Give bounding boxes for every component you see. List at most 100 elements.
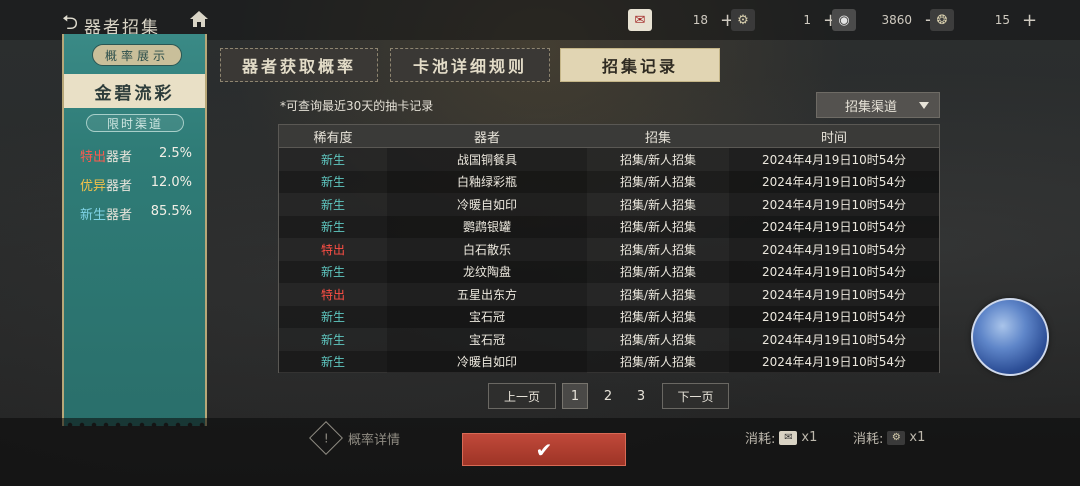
- cell-time: 2024年4月19日10时54分: [729, 193, 939, 216]
- rate-label: 新生器者: [80, 204, 132, 223]
- banner-panel: 概率展示 金碧流彩 限时渠道 特出器者 2.5% 优异器者 12.0% 新生器者…: [62, 34, 207, 428]
- rarity-suffix: 器者: [106, 150, 133, 165]
- resource-value: 18: [692, 13, 708, 27]
- rate-label: 优异器者: [80, 175, 132, 194]
- page-3-button[interactable]: 3: [628, 383, 654, 409]
- cell-channel: 招集/新人招集: [619, 310, 697, 325]
- cell-rarity: 新生: [320, 152, 345, 167]
- cell-item: 冷暖自如印: [387, 193, 587, 216]
- rate-label: 特出器者: [80, 146, 132, 165]
- cell-time: 2024年4月19日10时54分: [729, 260, 939, 283]
- tab-acquire-rate[interactable]: 器者获取概率: [220, 48, 378, 82]
- cell-channel: 招集/新人招集: [619, 220, 697, 235]
- resource-coin: ◉ 3860 +: [832, 8, 939, 32]
- cell-rarity: 新生: [320, 265, 345, 280]
- rate-percent: 85.5%: [150, 204, 192, 219]
- token-icon: ⚙: [887, 430, 906, 445]
- cost-single: 消耗: ✉ x1: [745, 428, 817, 447]
- cell-item: 宝石冠: [387, 328, 587, 351]
- cell-time: 2024年4月19日10时54分: [729, 328, 939, 351]
- cell-time: 2024年4月19日10时54分: [729, 170, 939, 193]
- resource-ticket: ✉ 18 +: [628, 8, 735, 32]
- cell-item: 战国铜餐具: [387, 148, 587, 171]
- table-row: 新生 冷暖自如印 招集/新人招集 2024年4月19日10时54分: [279, 193, 939, 216]
- cell-item: 鹦鹉银罐: [387, 215, 587, 238]
- resource-value: 3860: [881, 13, 912, 27]
- resource-value: 15: [994, 13, 1010, 27]
- cell-time: 2024年4月19日10时54分: [729, 148, 939, 171]
- page-2-button[interactable]: 2: [595, 383, 621, 409]
- dropdown-triangle-icon: [919, 102, 929, 109]
- cell-item: 五星出东方: [387, 283, 587, 306]
- cell-rarity: 新生: [320, 175, 345, 190]
- rarity-label: 新生: [80, 208, 107, 223]
- prev-page-button[interactable]: 上一页: [488, 383, 556, 409]
- rate-row-special: 特出器者 2.5%: [80, 146, 192, 165]
- table-row: 新生 宝石冠 招集/新人招集 2024年4月19日10时54分: [279, 305, 939, 328]
- rate-detail-label: 概率详情: [348, 432, 401, 448]
- table-row: 新生 战国铜餐具 招集/新人招集 2024年4月19日10时54分: [279, 148, 939, 171]
- table-row: 新生 鹦鹉银罐 招集/新人招集 2024年4月19日10时54分: [279, 215, 939, 238]
- cell-rarity: 新生: [320, 355, 345, 370]
- page-1-button[interactable]: 1: [562, 383, 588, 409]
- rate-row-excellent: 优异器者 12.0%: [80, 175, 192, 194]
- resource-value: 1: [803, 13, 811, 27]
- table-row: 新生 龙纹陶盘 招集/新人招集 2024年4月19日10时54分: [279, 260, 939, 283]
- rarity-label: 特出: [80, 150, 107, 165]
- character-avatar[interactable]: [971, 298, 1049, 376]
- ticket-icon: ✉: [628, 9, 652, 31]
- rarity-label: 优异: [80, 179, 107, 194]
- cost-multi: 消耗: ⚙ x1: [853, 428, 925, 447]
- cell-time: 2024年4月19日10时54分: [729, 238, 939, 261]
- info-diamond-icon: !: [309, 421, 343, 455]
- resource-token: ⚙ 1 +: [731, 8, 838, 32]
- filter-label: 招集渠道: [845, 99, 898, 115]
- header-time: 时间: [820, 130, 847, 146]
- cell-channel: 招集/新人招集: [619, 152, 697, 167]
- cell-channel: 招集/新人招集: [619, 175, 697, 190]
- confirm-button[interactable]: ✔: [462, 433, 626, 466]
- table-row: 特出 五星出东方 招集/新人招集 2024年4月19日10时54分: [279, 283, 939, 306]
- header-item: 器者: [473, 130, 500, 146]
- cell-channel: 招集/新人招集: [619, 287, 697, 302]
- cell-channel: 招集/新人招集: [619, 332, 697, 347]
- rate-percent: 12.0%: [150, 175, 192, 190]
- gem-icon: ❂: [930, 9, 954, 31]
- add-gem-button[interactable]: +: [1022, 10, 1037, 31]
- ticket-icon: ✉: [779, 430, 798, 445]
- cost-label: 消耗:: [853, 432, 884, 447]
- record-table: 稀有度 器者 招集 时间 新生 战国铜餐具 招集/新人招集 2024年4月19日10时…: [278, 124, 940, 373]
- cell-item: 白石散乐: [387, 238, 587, 261]
- rarity-suffix: 器者: [106, 208, 133, 223]
- banner-title: 金碧流彩: [64, 74, 205, 108]
- cell-item: 冷暖自如印: [387, 350, 587, 373]
- cell-time: 2024年4月19日10时54分: [729, 283, 939, 306]
- table-row: 新生 冷暖自如印 招集/新人招集 2024年4月19日10时54分: [279, 350, 939, 373]
- cost-value: x1: [801, 430, 818, 445]
- next-page-button[interactable]: 下一页: [662, 383, 729, 409]
- channel-filter-dropdown[interactable]: 招集渠道: [816, 92, 940, 118]
- cell-item: 宝石冠: [387, 305, 587, 328]
- token-icon: ⚙: [731, 9, 755, 31]
- table-body: 新生 战国铜餐具 招集/新人招集 2024年4月19日10时54分 新生 白釉绿彩瓶 招集/…: [279, 148, 939, 373]
- cell-time: 2024年4月19日10时54分: [729, 305, 939, 328]
- coin-icon: ◉: [832, 9, 856, 31]
- rate-row-new: 新生器者 85.5%: [80, 204, 192, 223]
- cell-time: 2024年4月19日10时54分: [729, 215, 939, 238]
- rate-detail-button[interactable]: ! 概率详情: [309, 421, 401, 455]
- rate-display-tag: 概率展示: [92, 44, 182, 66]
- tab-recruit-record[interactable]: 招集记录: [560, 48, 720, 82]
- tab-pool-rules[interactable]: 卡池详细规则: [390, 48, 550, 82]
- cell-rarity: 特出: [320, 242, 345, 257]
- cell-channel: 招集/新人招集: [619, 265, 697, 280]
- resource-gem: ❂ 15 +: [930, 8, 1037, 32]
- table-header: 稀有度 器者 招集 时间: [279, 125, 939, 148]
- home-icon[interactable]: [188, 8, 210, 30]
- cell-item: 白釉绿彩瓶: [387, 170, 587, 193]
- cell-channel: 招集/新人招集: [619, 242, 697, 257]
- check-icon: ✔: [535, 437, 553, 462]
- cell-rarity: 新生: [320, 332, 345, 347]
- cell-channel: 招集/新人招集: [619, 355, 697, 370]
- cell-rarity: 新生: [320, 197, 345, 212]
- record-note: *可查询最近30天的抽卡记录: [280, 99, 434, 113]
